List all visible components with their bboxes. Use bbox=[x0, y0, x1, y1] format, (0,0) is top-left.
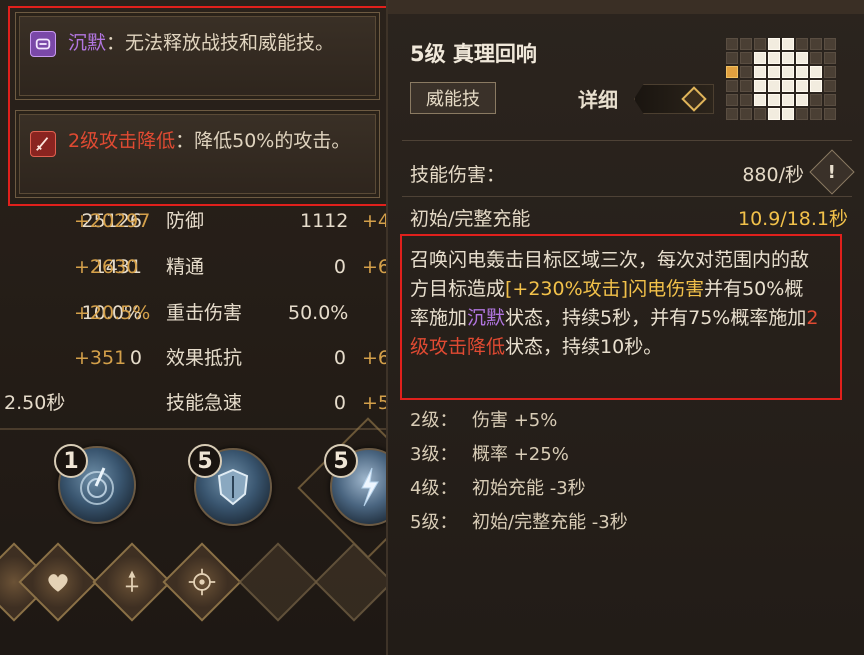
stat-name: 重击伤害 bbox=[166, 302, 243, 324]
desc-text: 状态，持续10秒。 bbox=[505, 336, 663, 358]
panel-top-bar bbox=[388, 0, 864, 14]
skill-description: 召唤闪电轰击目标区域三次，每次对范围内的敌方目标造成[+230%攻击]闪电伤害并… bbox=[410, 246, 822, 362]
effect-tooltip-attack-down: 2级攻击降低：降低50%的攻击。 bbox=[15, 110, 380, 198]
empty-talent-slot[interactable] bbox=[238, 542, 318, 622]
stat-bonus: +351 bbox=[74, 347, 127, 369]
skill-detail-panel: 5级 真理回响 威能技 详细 技能伤害： 880/秒 ! 初始/完整充能 10.… bbox=[386, 0, 864, 655]
stat-base: 2.50秒 bbox=[4, 392, 66, 414]
level-label: 3级： bbox=[410, 444, 458, 465]
level-row: 2级： 伤害 +5% bbox=[410, 406, 557, 432]
divider bbox=[402, 140, 852, 141]
level-row: 5级： 初始/完整充能 -3秒 bbox=[410, 508, 628, 534]
info-icon[interactable]: ! bbox=[809, 149, 855, 195]
level-row: 3级： 概率 +25% bbox=[410, 440, 569, 466]
gem-icon bbox=[681, 86, 707, 112]
level-label: 5级： bbox=[410, 512, 458, 533]
stat-row: 1431 +2630 精通 0 +60 bbox=[0, 252, 402, 282]
stat-bonus: +20.5% bbox=[74, 302, 151, 324]
skill-level-badge: 5 bbox=[324, 444, 358, 478]
charge-value: 10.9/18.1秒 bbox=[737, 208, 848, 230]
desc-damage-highlight: [+230%攻击]闪电伤害 bbox=[505, 278, 705, 300]
stat-value: 0 bbox=[333, 256, 346, 278]
skill-level-badge: 1 bbox=[54, 444, 88, 478]
skill-level-badge: 5 bbox=[188, 444, 222, 478]
effect-name: 沉默 bbox=[68, 32, 107, 54]
level-bonus: 概率 +25% bbox=[472, 444, 569, 465]
divider bbox=[402, 196, 852, 197]
effect-separator: ： bbox=[106, 32, 126, 54]
stat-name: 防御 bbox=[166, 210, 205, 232]
skill-title: 5级 真理回响 bbox=[410, 42, 537, 66]
stat-row: 10.0% +20.5% 重击伤害 50.0% bbox=[0, 298, 400, 328]
stat-name: 效果抵抗 bbox=[166, 347, 243, 369]
stat-bonus: +2630 bbox=[74, 256, 139, 278]
stat-value: 0 bbox=[333, 347, 346, 369]
silence-icon bbox=[30, 31, 56, 57]
empty-talent-slot[interactable] bbox=[314, 542, 394, 622]
effect-text: 沉默：无法释放战技和威能技。 bbox=[68, 29, 363, 58]
desc-text: 状态，持续5秒，并有75%概率施加 bbox=[505, 307, 807, 329]
talent-slot[interactable] bbox=[18, 542, 98, 622]
effect-description: 降低50%的攻击。 bbox=[194, 130, 351, 152]
skill-damage-row: 技能伤害： 880/秒 ! bbox=[410, 149, 855, 195]
section-divider bbox=[0, 428, 400, 430]
stat-base: 0 bbox=[129, 347, 142, 369]
level-label: 2级： bbox=[410, 410, 458, 431]
detail-toggle[interactable] bbox=[634, 84, 714, 114]
stat-name: 技能急速 bbox=[166, 392, 243, 414]
stat-row: 25126 +20297 防御 1112 +43 bbox=[0, 206, 402, 236]
charge-row: 初始/完整充能 10.9/18.1秒 bbox=[410, 204, 848, 230]
level-label: 4级： bbox=[410, 478, 458, 499]
stat-row: 2.50秒 技能急速 0 +57 bbox=[0, 388, 402, 418]
charge-label: 初始/完整充能 bbox=[410, 208, 531, 230]
level-bonus: 伤害 +5% bbox=[472, 410, 558, 431]
detail-toggle-label: 详细 bbox=[578, 88, 618, 112]
effect-name: 2级攻击降低 bbox=[68, 130, 176, 152]
info-icon-glyph: ! bbox=[827, 161, 837, 183]
damage-value: 880/秒 bbox=[742, 164, 804, 186]
crosshair-icon bbox=[188, 568, 216, 596]
stat-value: 50.0% bbox=[288, 302, 349, 324]
desc-silence-keyword[interactable]: 沉默 bbox=[467, 307, 505, 329]
stat-value: 1112 bbox=[300, 210, 349, 232]
level-bonus: 初始充能 -3秒 bbox=[472, 478, 586, 499]
effect-separator: ： bbox=[175, 130, 195, 152]
stat-name: 精通 bbox=[166, 256, 205, 278]
effect-text: 2级攻击降低：降低50%的攻击。 bbox=[68, 127, 363, 156]
damage-label: 技能伤害： bbox=[410, 164, 506, 186]
stat-value: 0 bbox=[333, 392, 346, 414]
effect-tooltip-silence: 沉默：无法释放战技和威能技。 bbox=[15, 12, 380, 100]
sword-up-icon bbox=[125, 570, 139, 592]
talent-slot[interactable] bbox=[162, 542, 242, 622]
level-bonus: 初始/完整充能 -3秒 bbox=[472, 512, 628, 533]
stat-row: 0 +351 效果抵抗 0 +61 bbox=[0, 343, 402, 373]
talent-slot[interactable] bbox=[92, 542, 172, 622]
heart-icon bbox=[48, 574, 68, 592]
sword-down-icon bbox=[30, 131, 56, 157]
skill-range-grid bbox=[726, 38, 836, 124]
stat-bonus: +20297 bbox=[74, 210, 151, 232]
skill-type-tag: 威能技 bbox=[410, 82, 496, 114]
effect-description: 无法释放战技和威能技。 bbox=[125, 32, 335, 54]
level-row: 4级： 初始充能 -3秒 bbox=[410, 474, 586, 500]
